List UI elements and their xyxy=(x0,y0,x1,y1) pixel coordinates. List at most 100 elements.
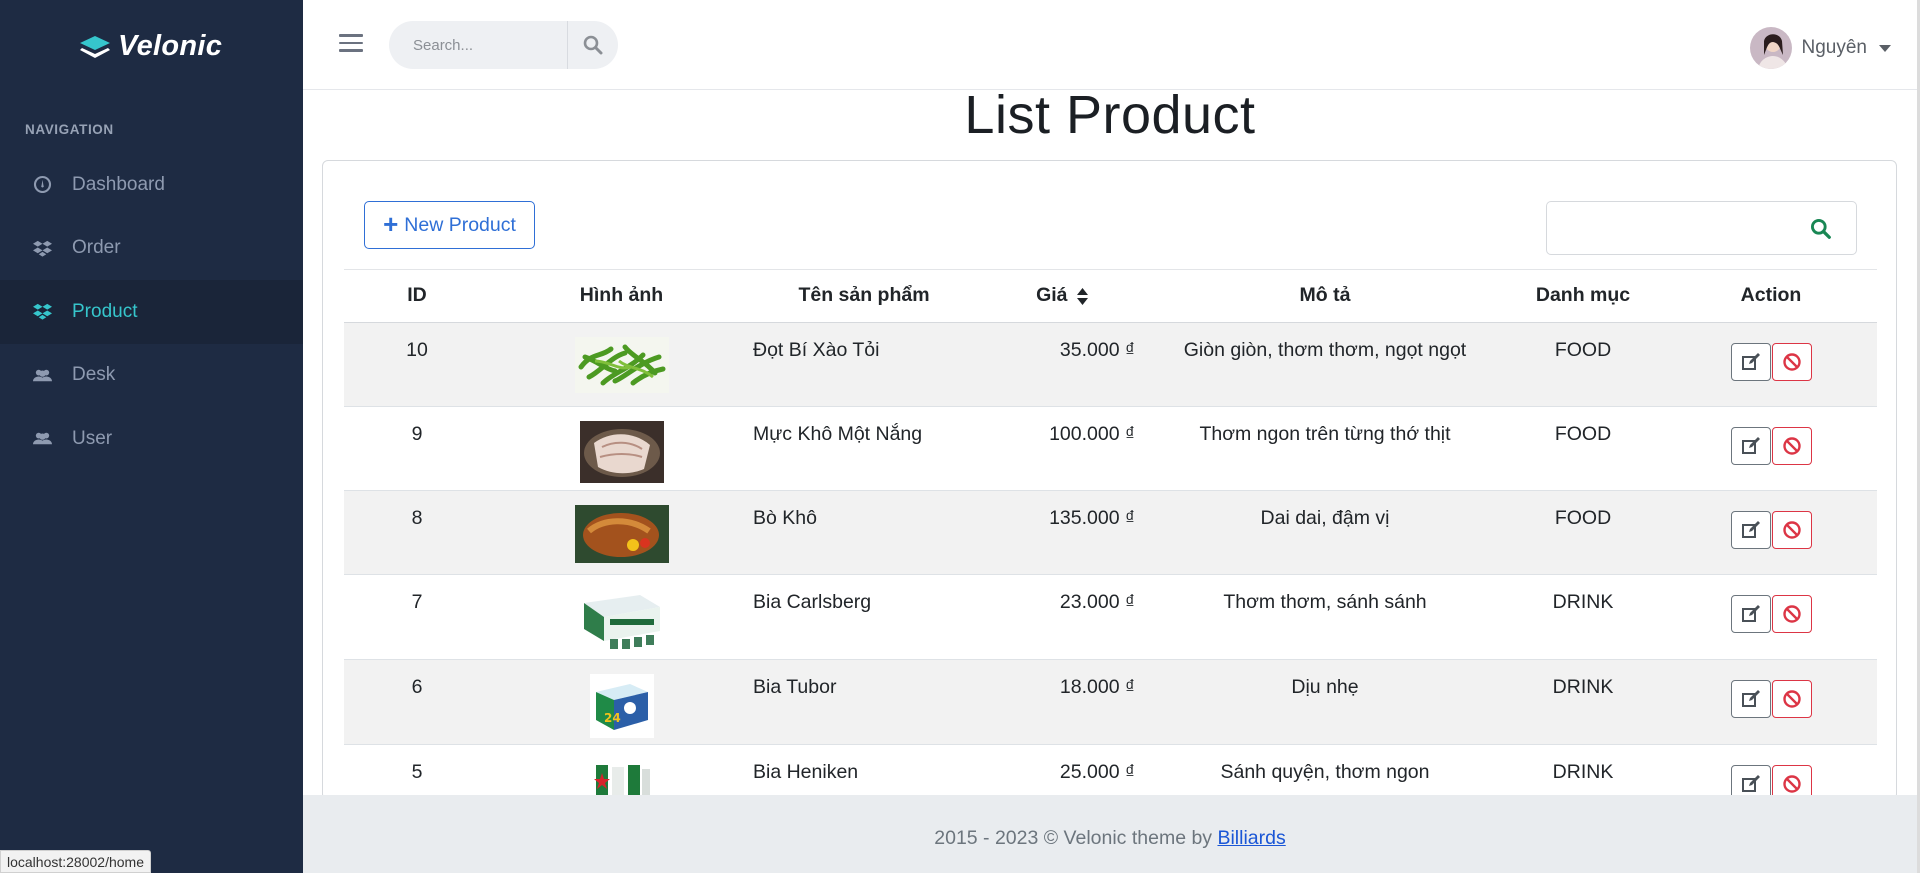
column-header-price[interactable]: Giá xyxy=(975,270,1149,323)
delete-button[interactable] xyxy=(1771,679,1812,718)
dashboard-icon xyxy=(33,176,52,194)
sort-icon[interactable] xyxy=(1076,287,1088,305)
user-name: Nguyên xyxy=(1801,37,1868,58)
edit-icon xyxy=(1741,689,1760,707)
table-row: 5 Bia Heniken 25.000 ₫ Sánh quyện, thơm … xyxy=(344,744,1877,799)
ban-icon xyxy=(1782,436,1801,455)
sidebar-item-product[interactable]: Product xyxy=(0,280,303,344)
product-image[interactable] xyxy=(579,420,664,483)
layers-icon xyxy=(80,35,110,58)
table-search xyxy=(1546,201,1857,255)
ban-icon xyxy=(1782,352,1801,371)
column-header-action: Action xyxy=(1665,270,1877,323)
edit-icon xyxy=(1741,520,1760,538)
edit-button[interactable] xyxy=(1730,594,1771,633)
sidebar-item-order[interactable]: Order xyxy=(0,217,303,281)
cell-category: FOOD xyxy=(1501,406,1665,491)
column-header-name[interactable]: Tên sản phẩm xyxy=(753,270,975,323)
cell-category: DRINK xyxy=(1501,659,1665,745)
cell-image xyxy=(490,406,753,491)
column-header-category[interactable]: Danh mục xyxy=(1501,270,1665,323)
new-product-button[interactable]: + New Product xyxy=(364,201,535,249)
table-search-input[interactable] xyxy=(1547,202,1807,254)
cell-actions xyxy=(1665,490,1877,575)
sidebar-item-label: User xyxy=(72,427,113,449)
cell-category: DRINK xyxy=(1501,574,1665,660)
cell-price: 135.000 ₫ xyxy=(975,490,1149,575)
delete-button[interactable] xyxy=(1771,342,1812,381)
cell-description: Thơm thơm, sánh sánh xyxy=(1149,574,1501,660)
table-row: 10 Đọt Bí Xào Tỏi 35.000 ₫ Giòn giòn, th… xyxy=(344,322,1877,407)
product-card: + New Product ID Hình ảnh Tên sản phẩm G… xyxy=(322,160,1897,800)
cell-id: 10 xyxy=(344,322,490,407)
cell-description: Sánh quyện, thơm ngon xyxy=(1149,744,1501,799)
sidebar: Velonic NAVIGATION Dashboard Order Produ… xyxy=(0,0,303,873)
search-input[interactable] xyxy=(389,21,567,69)
footer: 2015 - 2023 © Velonic theme by Billiards xyxy=(303,795,1917,873)
cell-price: 23.000 ₫ xyxy=(975,574,1149,660)
nav-section-title: NAVIGATION xyxy=(25,122,114,137)
table-row: 6 24 Bia Tubor 18.000 ₫ Dịu nhẹ DRINK xyxy=(344,659,1877,745)
menu-toggle-icon[interactable] xyxy=(339,34,363,54)
delete-button[interactable] xyxy=(1771,426,1812,465)
footer-link[interactable]: Billiards xyxy=(1217,827,1285,849)
product-table: ID Hình ảnh Tên sản phẩm Giá Mô tả Danh … xyxy=(344,270,1877,799)
ban-icon xyxy=(1782,689,1801,708)
cell-actions xyxy=(1665,574,1877,660)
edit-button[interactable] xyxy=(1730,679,1771,718)
search-button[interactable] xyxy=(567,21,618,69)
edit-icon xyxy=(1741,352,1760,370)
chevron-down-icon xyxy=(1879,44,1891,52)
product-image[interactable] xyxy=(574,504,669,563)
cell-name: Bò Khô xyxy=(753,490,975,575)
cell-id: 6 xyxy=(344,659,490,745)
sidebar-item-dashboard[interactable]: Dashboard xyxy=(0,153,303,217)
column-header-id[interactable]: ID xyxy=(344,270,490,323)
cell-description: Dịu nhẹ xyxy=(1149,659,1501,745)
edit-button[interactable] xyxy=(1730,510,1771,549)
product-image[interactable] xyxy=(579,588,664,653)
product-image[interactable] xyxy=(589,758,654,799)
cell-image xyxy=(490,744,753,799)
table-row: 8 Bò Khô 135.000 ₫ Dai dai, đậm vị FOOD xyxy=(344,490,1877,575)
cell-image xyxy=(490,490,753,575)
cell-name: Bia Carlsberg xyxy=(753,574,975,660)
topbar: Nguyên xyxy=(303,0,1917,90)
search-icon[interactable] xyxy=(1810,218,1832,245)
cell-description: Thơm ngon trên từng thớ thịt xyxy=(1149,406,1501,491)
plus-icon: + xyxy=(383,209,399,239)
users-icon xyxy=(33,433,52,445)
column-header-price-label: Giá xyxy=(1036,284,1068,307)
cell-description: Dai dai, đậm vị xyxy=(1149,490,1501,575)
column-header-description[interactable]: Mô tả xyxy=(1149,270,1501,323)
cell-image: 24 xyxy=(490,659,753,745)
cell-name: Đọt Bí Xào Tỏi xyxy=(753,322,975,407)
users-icon xyxy=(33,369,52,381)
delete-button[interactable] xyxy=(1771,510,1812,549)
user-menu[interactable]: Nguyên xyxy=(1749,27,1891,69)
search-icon xyxy=(583,35,603,55)
sidebar-item-label: Order xyxy=(72,237,121,259)
sidebar-item-label: Desk xyxy=(72,364,116,386)
cell-actions xyxy=(1665,744,1877,799)
cell-category: FOOD xyxy=(1501,490,1665,575)
product-image[interactable] xyxy=(574,336,669,393)
footer-copyright: 2015 - 2023 © Velonic theme by xyxy=(934,827,1218,849)
edit-button[interactable] xyxy=(1730,342,1771,381)
sidebar-item-user[interactable]: User xyxy=(0,407,303,471)
product-image[interactable]: 24 xyxy=(589,673,654,738)
table-row: 7 Bia Carlsberg 23.000 ₫ Thơm thơm, sánh… xyxy=(344,574,1877,660)
edit-button[interactable] xyxy=(1730,426,1771,465)
delete-button[interactable] xyxy=(1771,594,1812,633)
app-window: Velonic NAVIGATION Dashboard Order Produ… xyxy=(0,0,1920,873)
column-header-image[interactable]: Hình ảnh xyxy=(490,270,753,323)
table-header-row: ID Hình ảnh Tên sản phẩm Giá Mô tả Danh … xyxy=(344,270,1877,323)
cell-id: 9 xyxy=(344,406,490,491)
footer-text: 2015 - 2023 © Velonic theme by Billiards xyxy=(303,827,1917,850)
cell-image xyxy=(490,322,753,407)
avatar xyxy=(1749,27,1792,69)
logo[interactable]: Velonic xyxy=(78,30,222,63)
sidebar-item-desk[interactable]: Desk xyxy=(0,344,303,408)
cell-image xyxy=(490,574,753,660)
cell-name: Bia Tubor xyxy=(753,659,975,745)
